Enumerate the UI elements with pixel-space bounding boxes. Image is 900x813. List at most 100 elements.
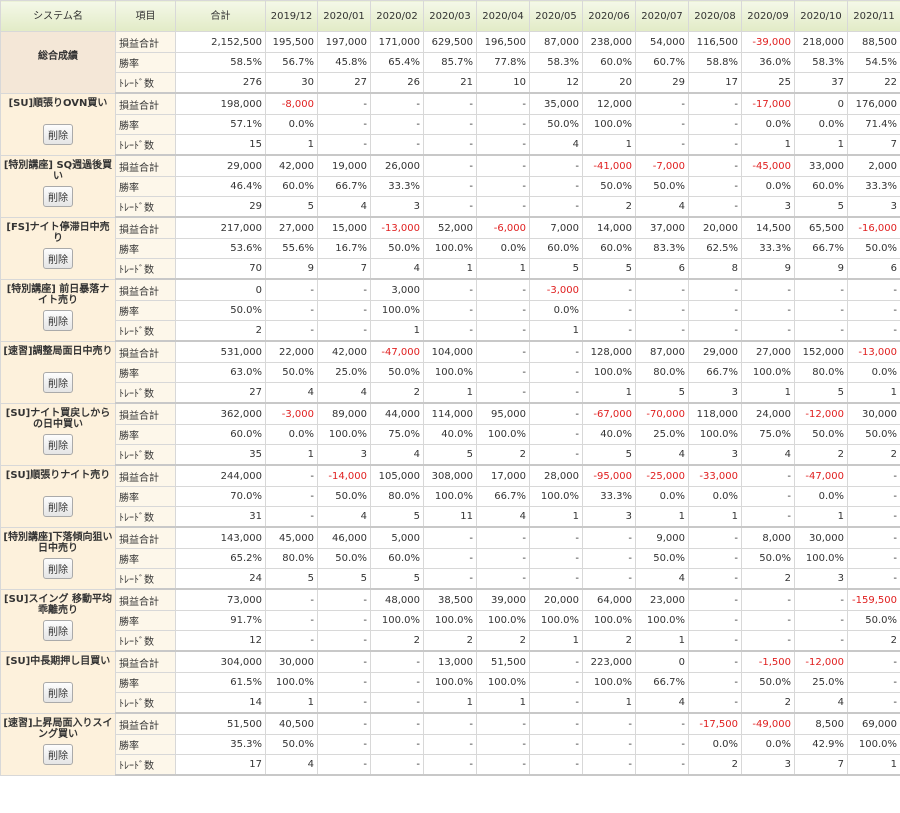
month-value-cell: - xyxy=(688,526,742,549)
month-value-cell: 89,000 xyxy=(317,402,371,425)
month-value-cell: 42,000 xyxy=(317,340,371,363)
month-value-cell: - xyxy=(635,754,689,776)
total-value-cell: 362,000 xyxy=(175,402,266,425)
delete-button[interactable]: 削除 xyxy=(43,185,73,207)
table-row: 勝率 35.3% 50.0% - - - - - - -0.0% 0.0% 42.9% 100.0% xyxy=(1,734,900,755)
delete-button[interactable]: 削除 xyxy=(43,247,73,269)
table-row: 勝率 50.0% - -100.0% - -0.0% - - - - - - xyxy=(1,300,900,321)
header-month[interactable]: 2019/12 xyxy=(265,0,318,32)
month-value-cell: 95,000 xyxy=(476,402,530,425)
total-value-cell: 27 xyxy=(175,382,266,404)
month-value-cell: - xyxy=(688,548,742,569)
delete-button[interactable]: 削除 xyxy=(43,743,73,765)
system-name-cell: [SU]スイング 移動平均乖離売り 削除 xyxy=(0,588,116,652)
header-item[interactable]: 項目 xyxy=(115,0,176,32)
month-value-cell: 100.0% xyxy=(423,672,477,693)
header-month[interactable]: 2020/09 xyxy=(741,0,795,32)
row-label: 勝率 xyxy=(115,300,176,321)
delete-button[interactable]: 削除 xyxy=(43,371,73,393)
month-value-cell: 116,500 xyxy=(688,31,742,53)
month-value-cell: 7 xyxy=(794,754,848,776)
month-value-cell: 10 xyxy=(476,72,530,94)
delete-button[interactable]: 削除 xyxy=(43,123,73,145)
month-value-cell: 46,000 xyxy=(317,526,371,549)
month-value-cell: - xyxy=(688,114,742,135)
month-value-cell: 3 xyxy=(741,754,795,776)
month-value-cell: - xyxy=(529,692,583,714)
month-value-cell: - xyxy=(688,610,742,631)
month-value-cell: 5,000 xyxy=(370,526,424,549)
month-value-cell: - xyxy=(423,548,477,569)
month-value-cell: 2 xyxy=(582,630,636,652)
header-month[interactable]: 2020/08 xyxy=(688,0,742,32)
table-row: ﾄﾚｰﾄﾞ数 15 1- - - -4 1- -1 1 7 xyxy=(1,134,900,156)
month-value-cell: - xyxy=(741,588,795,611)
month-value-cell: 1 xyxy=(370,320,424,342)
month-value-cell: 5 xyxy=(794,382,848,404)
delete-button[interactable]: 削除 xyxy=(43,433,73,455)
header-month[interactable]: 2020/02 xyxy=(370,0,424,32)
row-label: 損益合計 xyxy=(115,216,176,239)
header-month[interactable]: 2020/07 xyxy=(635,0,689,32)
header-month[interactable]: 2020/04 xyxy=(476,0,530,32)
month-value-cell: 5 xyxy=(582,444,636,466)
month-value-cell: 60.0% xyxy=(794,176,848,197)
delete-button[interactable]: 削除 xyxy=(43,309,73,331)
month-value-cell: 100.0% xyxy=(582,610,636,631)
month-value-cell: 3 xyxy=(582,506,636,528)
system-group: [特別講座] 前日暴落ナイト売り 削除 損益合計 0- -3,000- - -3,000- -… xyxy=(0,278,900,342)
month-value-cell: - xyxy=(582,754,636,776)
month-value-cell: 100.0% xyxy=(476,610,530,631)
month-value-cell: 0.0% xyxy=(688,486,742,507)
month-value-cell: 2 xyxy=(476,444,530,466)
month-value-cell: - xyxy=(529,548,583,569)
header-system[interactable]: システム名 xyxy=(0,0,116,32)
total-value-cell: 61.5% xyxy=(175,672,266,693)
delete-button[interactable]: 削除 xyxy=(43,619,73,641)
header-total[interactable]: 合計 xyxy=(175,0,266,32)
header-month[interactable]: 2020/10 xyxy=(794,0,848,32)
table-row: 勝率 60.0% 0.0% 100.0% 75.0% 40.0% 100.0% -40.0% 2… xyxy=(1,424,900,445)
month-value-cell: - xyxy=(265,610,318,631)
header-month[interactable]: 2020/03 xyxy=(423,0,477,32)
month-value-cell: 2 xyxy=(476,630,530,652)
month-value-cell: - xyxy=(476,362,530,383)
header-month[interactable]: 2020/11 xyxy=(847,0,900,32)
header-month[interactable]: 2020/01 xyxy=(317,0,371,32)
month-value-cell: 25.0% xyxy=(794,672,848,693)
month-value-cell: 176,000 xyxy=(847,92,900,115)
month-value-cell: 50.0% xyxy=(370,238,424,259)
month-value-cell: 88,500 xyxy=(847,31,900,53)
month-value-cell: 58.8% xyxy=(688,52,742,73)
delete-button[interactable]: 削除 xyxy=(43,557,73,579)
month-value-cell: 100.0% xyxy=(582,672,636,693)
performance-table: システム名 項目 合計 2019/12 2020/01 2020/02 2020… xyxy=(0,0,900,776)
month-value-cell: -67,000 xyxy=(582,402,636,425)
month-value-cell: 14,500 xyxy=(741,216,795,239)
month-value-cell: 69,000 xyxy=(847,712,900,735)
system-name: [特別講座] 前日暴落ナイト売り xyxy=(6,283,110,306)
month-value-cell: 4 xyxy=(635,196,689,218)
table-row: ﾄﾚｰﾄﾞ数 70 9 7 4 1 1 5 5 6 8 9 9 6 xyxy=(1,258,900,280)
month-value-cell: -13,000 xyxy=(370,216,424,239)
month-value-cell: - xyxy=(847,464,900,487)
month-value-cell: - xyxy=(794,300,848,321)
month-value-cell: 58.3% xyxy=(794,52,848,73)
system-name-cell: [SU]順張りナイト売り 削除 xyxy=(0,464,116,528)
month-value-cell: 50.0% xyxy=(741,672,795,693)
month-value-cell: 25.0% xyxy=(317,362,371,383)
month-value-cell: 2 xyxy=(741,692,795,714)
month-value-cell: 77.8% xyxy=(476,52,530,73)
header-month[interactable]: 2020/05 xyxy=(529,0,583,32)
month-value-cell: 50.0% xyxy=(317,548,371,569)
table-row: [SU]スイング 移動平均乖離売り 削除 損益合計 73,000- -48,000 38,… xyxy=(0,588,900,652)
system-name-cell: [特別講座] 前日暴落ナイト売り 削除 xyxy=(0,278,116,342)
header-month[interactable]: 2020/06 xyxy=(582,0,636,32)
row-label: 損益合計 xyxy=(115,278,176,301)
month-value-cell: - xyxy=(317,692,371,714)
month-value-cell: - xyxy=(423,114,477,135)
delete-button[interactable]: 削除 xyxy=(43,681,73,703)
month-value-cell: 629,500 xyxy=(423,31,477,53)
table-row: 勝率 57.1% 0.0% - - - -50.0% 100.0% - -0.0% 0.0% 71.4… xyxy=(1,114,900,135)
delete-button[interactable]: 削除 xyxy=(43,495,73,517)
